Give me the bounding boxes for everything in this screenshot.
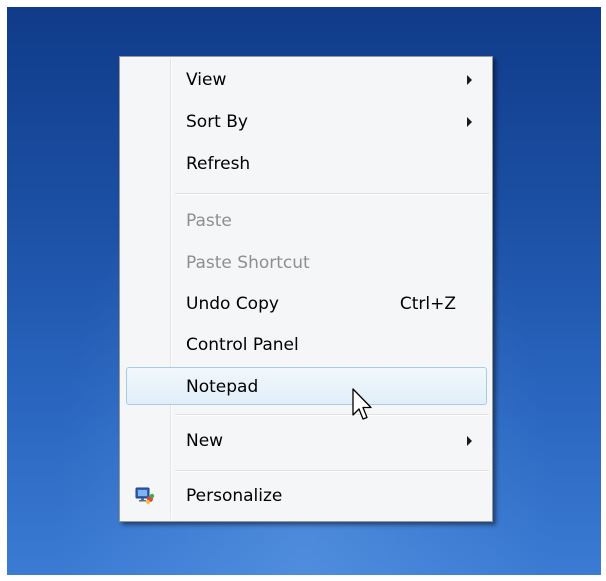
menu-item-label: Refresh: [186, 154, 251, 174]
menu-separator: [175, 193, 489, 195]
menu-separator: [175, 470, 489, 472]
menu-item-sort-by[interactable]: Sort By: [122, 103, 490, 141]
screenshot-frame: View Sort By Refresh Paste Paste Shortcu…: [0, 0, 606, 581]
menu-item-label: Paste Shortcut: [186, 253, 310, 273]
menu-item-undo-copy[interactable]: Undo Copy Ctrl+Z: [122, 285, 490, 323]
menu-item-label: New: [186, 431, 224, 451]
arrow-pointer-icon: [352, 388, 372, 420]
submenu-arrow-icon: [467, 436, 472, 446]
shortcut-label: Ctrl+Z: [399, 294, 456, 314]
menu-item-notepad[interactable]: Notepad: [126, 367, 487, 405]
menu-item-paste: Paste: [122, 202, 490, 240]
desktop-context-menu: View Sort By Refresh Paste Paste Shortcu…: [119, 56, 493, 522]
menu-item-label: Notepad: [186, 377, 259, 397]
menu-item-label: Control Panel: [186, 335, 299, 355]
menu-item-new[interactable]: New: [122, 422, 490, 460]
menu-item-label: Undo Copy: [186, 294, 279, 314]
menu-item-label: View: [186, 70, 227, 90]
menu-item-refresh[interactable]: Refresh: [122, 145, 490, 183]
menu-item-label: Sort By: [186, 112, 248, 132]
menu-item-paste-shortcut: Paste Shortcut: [122, 244, 490, 282]
menu-item-control-panel[interactable]: Control Panel: [122, 326, 490, 364]
menu-item-label: Paste: [186, 211, 232, 231]
submenu-arrow-icon: [467, 117, 472, 127]
menu-separator: [175, 414, 489, 416]
personalize-icon: [135, 487, 155, 504]
menu-item-view[interactable]: View: [122, 61, 490, 99]
submenu-arrow-icon: [467, 75, 472, 85]
menu-item-personalize[interactable]: Personalize: [122, 477, 490, 515]
menu-item-label: Personalize: [186, 486, 283, 506]
